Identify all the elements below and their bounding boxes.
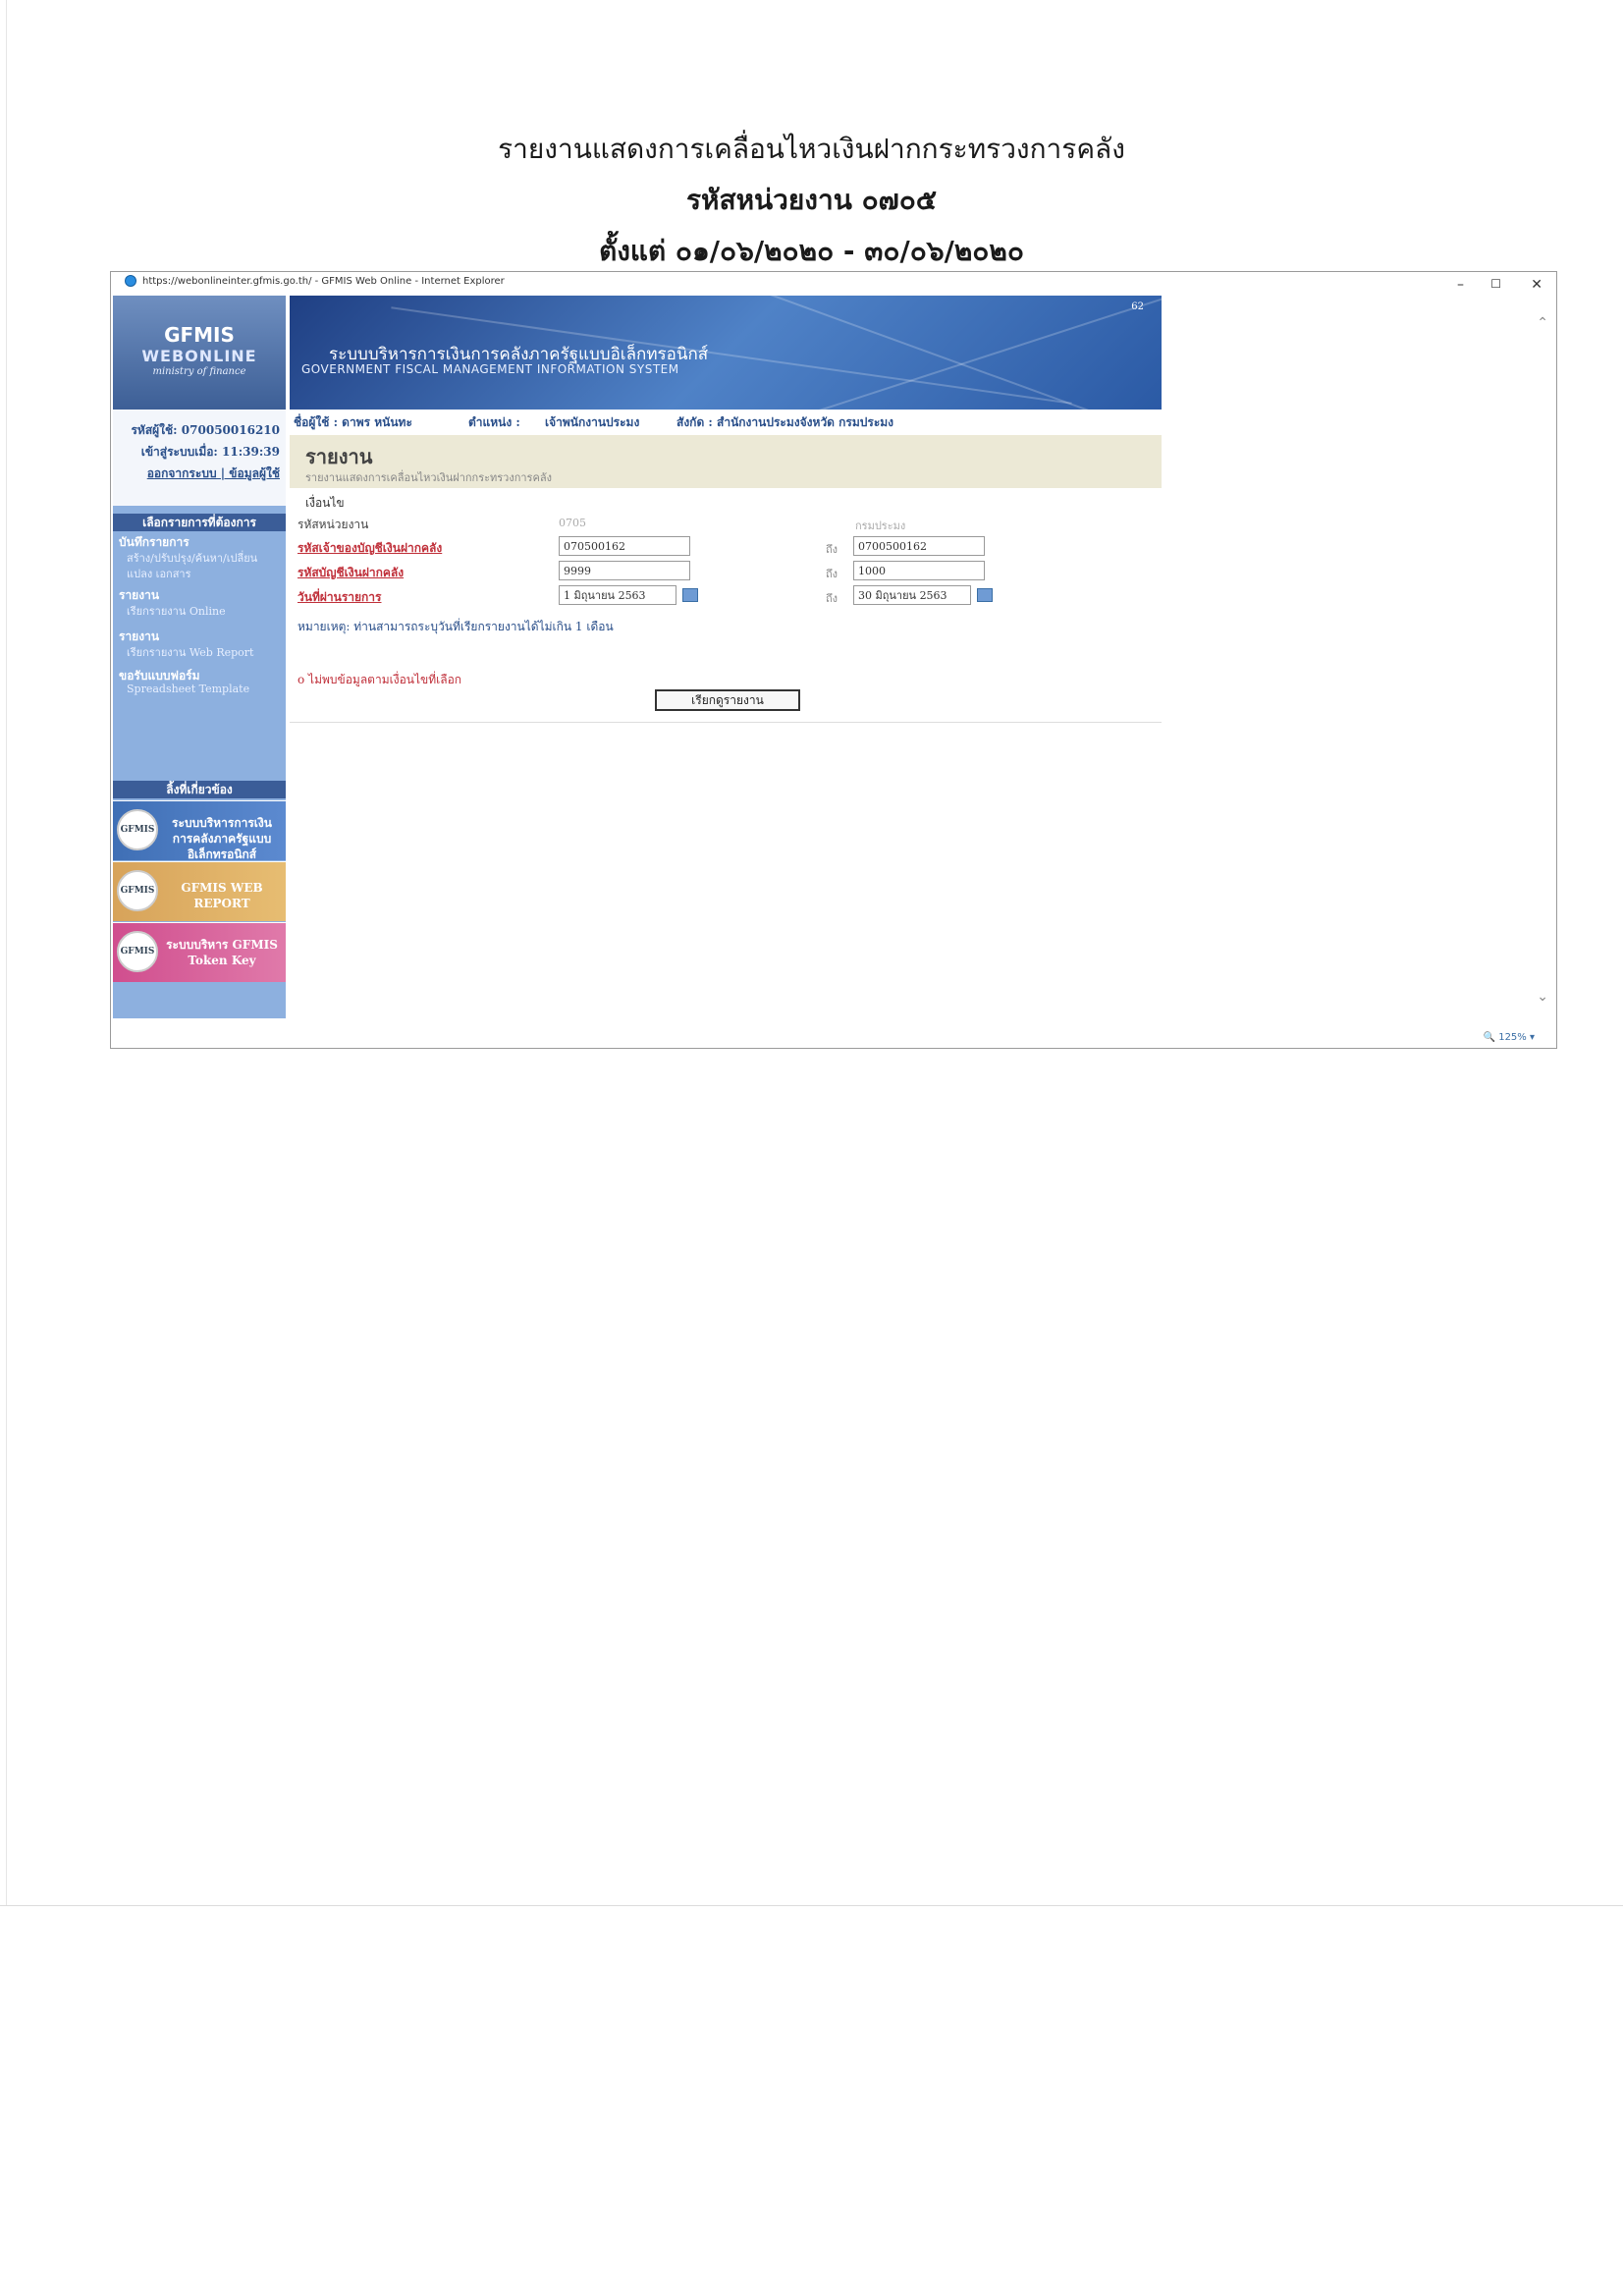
view-report-button[interactable]: เรียกดูรายงาน [655, 689, 800, 711]
to-label: ถึง [826, 568, 839, 580]
gfmis-emblem-icon: GFMIS [117, 809, 158, 850]
page-edge [6, 0, 7, 1905]
report-subtitle: รายงานแสดงการเคลื่อนไหวเงินฝากกระทรวงการ… [305, 471, 552, 484]
window-title: https://webonlineinter.gfmis.go.th/ - GF… [142, 276, 505, 287]
link-web-report-label: GFMIS WEB REPORT [181, 881, 263, 910]
scroll-up-icon[interactable]: ⌃ [1537, 315, 1548, 331]
account-owner-to-input[interactable]: 0700500162 [853, 536, 985, 556]
menu-report-web-sub[interactable]: เรียกรายงาน Web Report [127, 643, 253, 661]
infobar-position-label: ตำแหน่ง : [468, 415, 520, 429]
account-owner-code-label[interactable]: รหัสเจ้าของบัญชีเงินฝากคลัง [298, 539, 442, 558]
to-label: ถึง [826, 592, 839, 605]
logo-tagline: ministry of finance [152, 366, 246, 377]
agency-name-value: กรมประมง [855, 519, 906, 532]
link-gfmis-main-label: ระบบบริหารการเงินการคลังภาครัฐแบบอิเล็กท… [172, 816, 272, 861]
logout-profile-links[interactable]: ออกจากระบบ | ข้อมูลผู้ใช้ [147, 465, 280, 483]
zoom-value: 125% [1498, 1032, 1527, 1043]
gfmis-banner: 62 ระบบบริหารการเงินการคลังภาครัฐแบบอิเล… [290, 296, 1162, 410]
infobar-username: ชื่อผู้ใช้ : ดาพร หนันทะ [294, 415, 412, 429]
user-infobar: ชื่อผู้ใช้ : ดาพร หนันทะ ตำแหน่ง : เจ้าพ… [294, 413, 1158, 429]
menu-report-online-sub[interactable]: เรียกรายงาน Online [127, 602, 226, 620]
browser-window: https://webonlineinter.gfmis.go.th/ - GF… [110, 271, 1557, 1049]
user-id: รหัสผู้ใช้: 070050016210 [131, 423, 280, 437]
link-web-report[interactable]: GFMIS GFMIS WEB REPORT [113, 861, 286, 921]
report-header: รายงาน รายงานแสดงการเคลื่อนไหวเงินฝากกระ… [290, 435, 1162, 488]
agency-code-title: รหัสหน่วยงาน ๐๗๐๕ [685, 184, 938, 216]
menu-header: เลือกรายการที่ต้องการ [113, 514, 286, 531]
link-token-key[interactable]: GFMIS ระบบบริหาร GFMIS Token Key [113, 922, 286, 982]
zoom-level[interactable]: 🔍 125% ▾ [1484, 1032, 1535, 1043]
internet-explorer-icon [125, 275, 136, 287]
posting-date-from-input[interactable]: 1 มิถุนายน 2563 [559, 585, 676, 605]
close-button[interactable]: ✕ [1531, 277, 1542, 293]
link-gfmis-main[interactable]: GFMIS ระบบบริหารการเงินการคลังภาครัฐแบบอ… [113, 800, 286, 861]
calendar-icon[interactable] [977, 588, 993, 602]
window-titlebar: https://webonlineinter.gfmis.go.th/ - GF… [111, 272, 1556, 293]
gfmis-logo: GFMIS WEBONLINE ministry of finance [113, 296, 286, 410]
links-header: ลิ้งที่เกี่ยวข้อง [113, 781, 286, 798]
to-label: ถึง [826, 543, 839, 556]
agency-code-value: 0705 [559, 517, 586, 529]
document-title: รายงานแสดงการเคลื่อนไหวเงินฝากกระทรวงการ… [498, 133, 1125, 165]
web-report-emblem-icon: GFMIS [117, 870, 158, 911]
infobar-affiliation: สังกัด : สำนักงานประมงจังหวัด กรมประมง [676, 415, 894, 429]
deposit-account-code-label[interactable]: รหัสบัญชีเงินฝากคลัง [298, 564, 404, 582]
sidebar: GFMIS WEBONLINE ministry of finance รหัส… [113, 296, 286, 1018]
banner-english-title: GOVERNMENT FISCAL MANAGEMENT INFORMATION… [301, 362, 679, 376]
deposit-account-to-input[interactable]: 1000 [853, 561, 985, 580]
divider [290, 722, 1162, 723]
date-range-note: หมายเหตุ: ท่านสามารถระบุวันที่เรียกรายงา… [298, 620, 614, 633]
calendar-icon[interactable] [682, 588, 698, 602]
maximize-button[interactable]: ☐ [1490, 277, 1501, 291]
infobar-position-value: เจ้าพนักงานประมง [545, 415, 640, 429]
page-divider [0, 1905, 1623, 1906]
logo-title: GFMIS [164, 323, 235, 347]
user-info: รหัสผู้ใช้: 070050016210 เข้าสู่ระบบเมื่… [113, 410, 286, 506]
no-data-warning: o ไม่พบข้อมูลตามเงื่อนไขที่เลือก [298, 673, 462, 686]
banner-code: 62 [1131, 301, 1144, 312]
minimize-button[interactable]: – [1457, 277, 1464, 293]
menu-record-sub2[interactable]: แปลง เอกสาร [127, 565, 191, 582]
link-token-key-label: ระบบบริหาร GFMIS Token Key [166, 938, 278, 967]
posting-date-to-input[interactable]: 30 มิถุนายน 2563 [853, 585, 971, 605]
conditions-label: เงื่อนไข [305, 496, 345, 510]
posting-date-label[interactable]: วันที่ผ่านรายการ [298, 588, 382, 607]
agency-code-label: รหัสหน่วยงาน [298, 518, 369, 531]
menu-forms-sub[interactable]: Spreadsheet Template [127, 683, 249, 695]
date-range-title: ตั้งแต่ ๐๑/๐๖/๒๐๒๐ - ๓๐/๐๖/๒๐๒๐ [599, 235, 1024, 267]
deposit-account-from-input[interactable]: 9999 [559, 561, 690, 580]
token-key-emblem-icon: GFMIS [117, 931, 158, 972]
logo-subtitle: WEBONLINE [141, 347, 257, 365]
login-time: เข้าสู่ระบบเมื่อ: 11:39:39 [140, 445, 280, 459]
account-owner-from-input[interactable]: 070500162 [559, 536, 690, 556]
scroll-down-icon[interactable]: ⌄ [1537, 989, 1548, 1005]
